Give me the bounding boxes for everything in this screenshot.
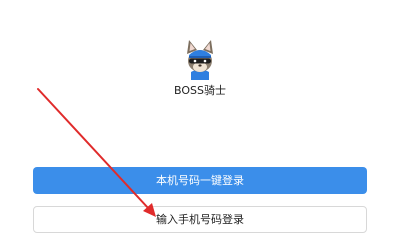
phone-number-login-button[interactable]: 输入手机号码登录 <box>33 206 367 233</box>
app-name: BOSS骑士 <box>174 84 226 97</box>
one-click-login-button[interactable]: 本机号码一键登录 <box>33 167 367 194</box>
knight-mascot-icon <box>187 40 213 80</box>
